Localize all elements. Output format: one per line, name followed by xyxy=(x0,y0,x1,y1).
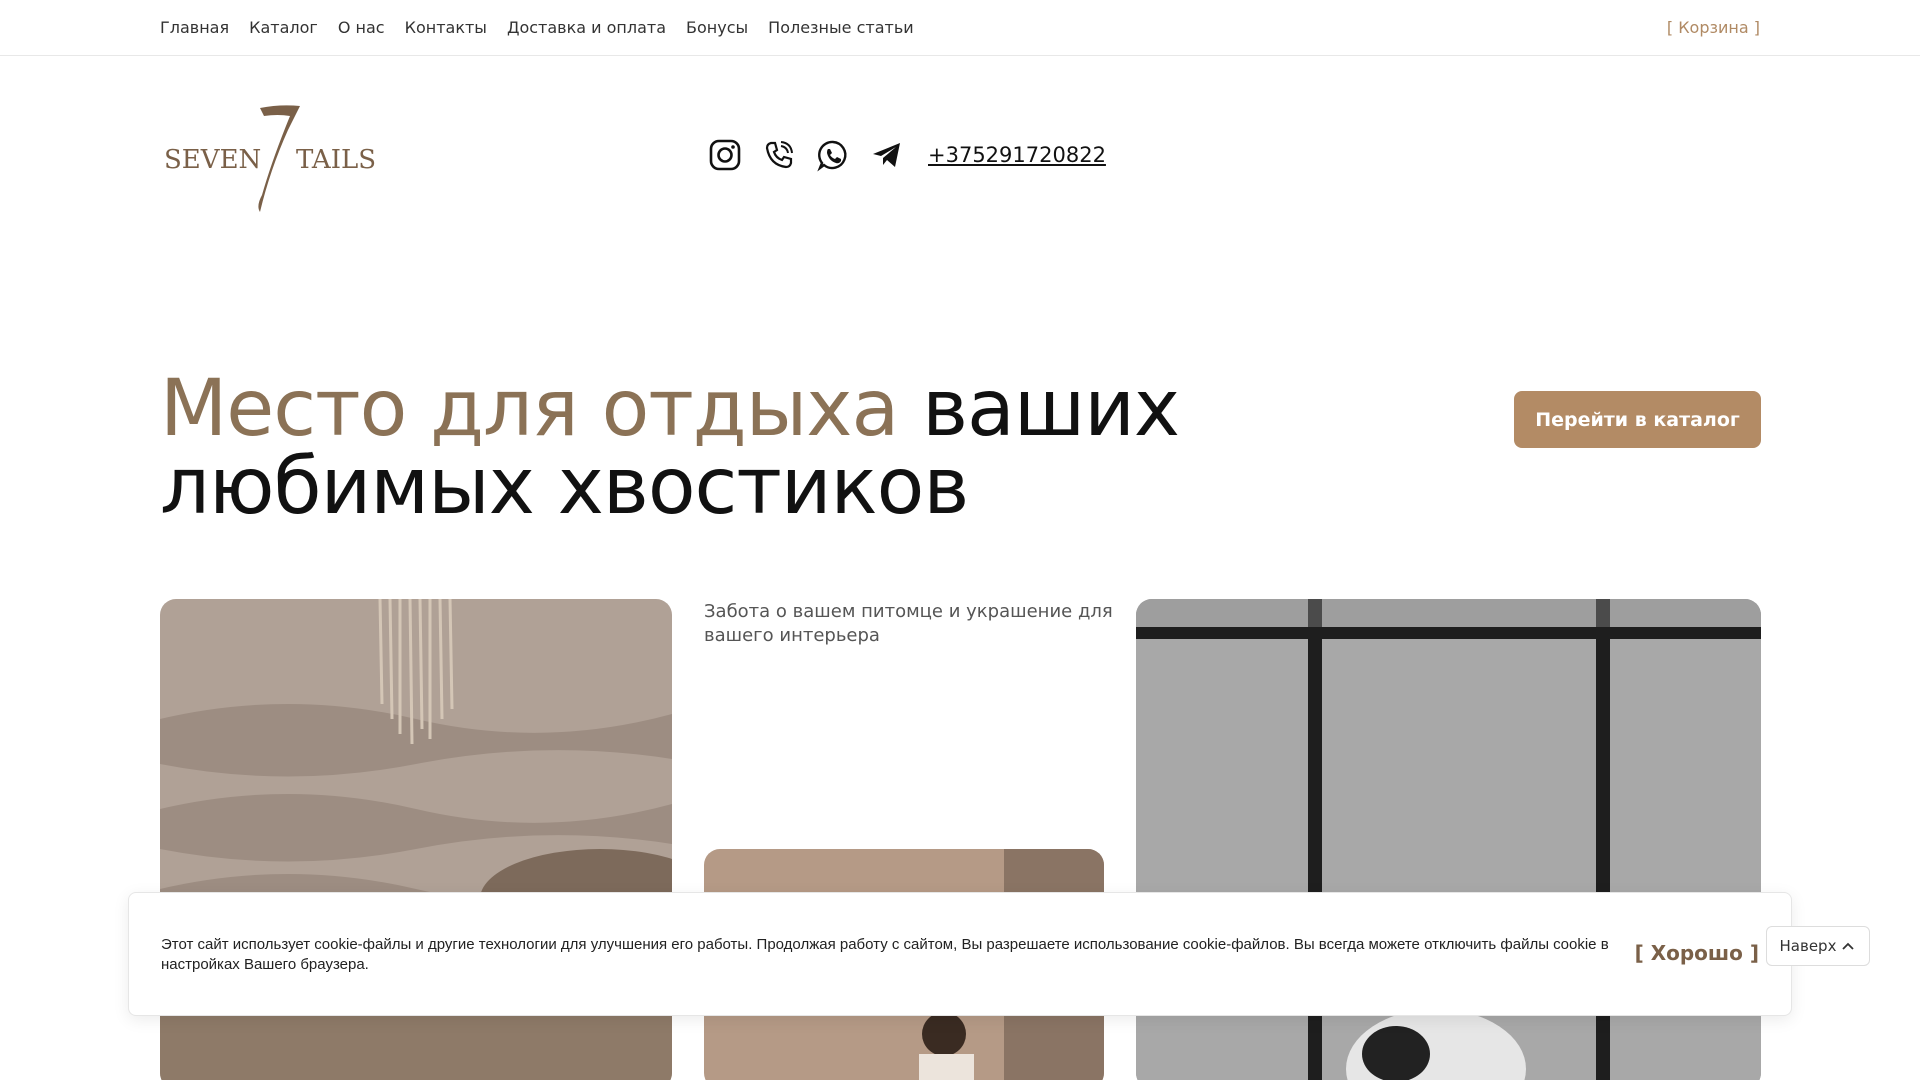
site-logo[interactable]: SEVEN TAILS xyxy=(160,100,390,220)
svg-text:SEVEN: SEVEN xyxy=(164,145,261,175)
tagline: Забота о вашем питомце и украшение для в… xyxy=(704,601,1113,646)
chevron-up-icon xyxy=(1842,942,1855,950)
viber-icon[interactable] xyxy=(762,138,796,172)
whatsapp-icon[interactable] xyxy=(816,138,850,172)
scroll-top-label: Наверх xyxy=(1779,937,1837,955)
nav-link-home[interactable]: Главная xyxy=(160,18,229,37)
nav-link-catalog[interactable]: Каталог xyxy=(249,18,318,37)
top-navigation: Главная Каталог О нас Контакты Доставка … xyxy=(0,0,1920,56)
nav-link-delivery[interactable]: Доставка и оплата xyxy=(507,18,666,37)
hero-title-accent: Место для отдыха xyxy=(160,364,899,454)
scroll-top-button[interactable]: Наверх xyxy=(1766,926,1870,966)
catalog-button[interactable]: Перейти в каталог xyxy=(1514,391,1761,448)
instagram-icon[interactable] xyxy=(708,138,742,172)
telegram-icon[interactable] xyxy=(870,138,904,172)
nav-link-about[interactable]: О нас xyxy=(338,18,385,37)
main-menu: Главная Каталог О нас Контакты Доставка … xyxy=(160,18,914,37)
cookie-text: Этот сайт использует cookie-файлы и друг… xyxy=(161,936,1609,973)
logo-mark: SEVEN TAILS xyxy=(164,105,376,212)
nav-link-contacts[interactable]: Контакты xyxy=(405,18,487,37)
cart-link[interactable]: [ Корзина ] xyxy=(1667,18,1760,37)
nav-link-bonuses[interactable]: Бонусы xyxy=(686,18,748,37)
svg-text:TAILS: TAILS xyxy=(296,145,376,175)
cookie-banner: Этот сайт использует cookie-файлы и друг… xyxy=(128,892,1792,1016)
nav-link-articles[interactable]: Полезные статьи xyxy=(768,18,914,37)
contact-bar: +375291720822 xyxy=(708,138,1106,172)
phone-number[interactable]: +375291720822 xyxy=(928,143,1106,167)
cookie-accept-button[interactable]: [ Хорошо ] xyxy=(1635,941,1759,965)
hero-title: Место для отдыха ваших любимых хвостиков xyxy=(160,370,1460,526)
